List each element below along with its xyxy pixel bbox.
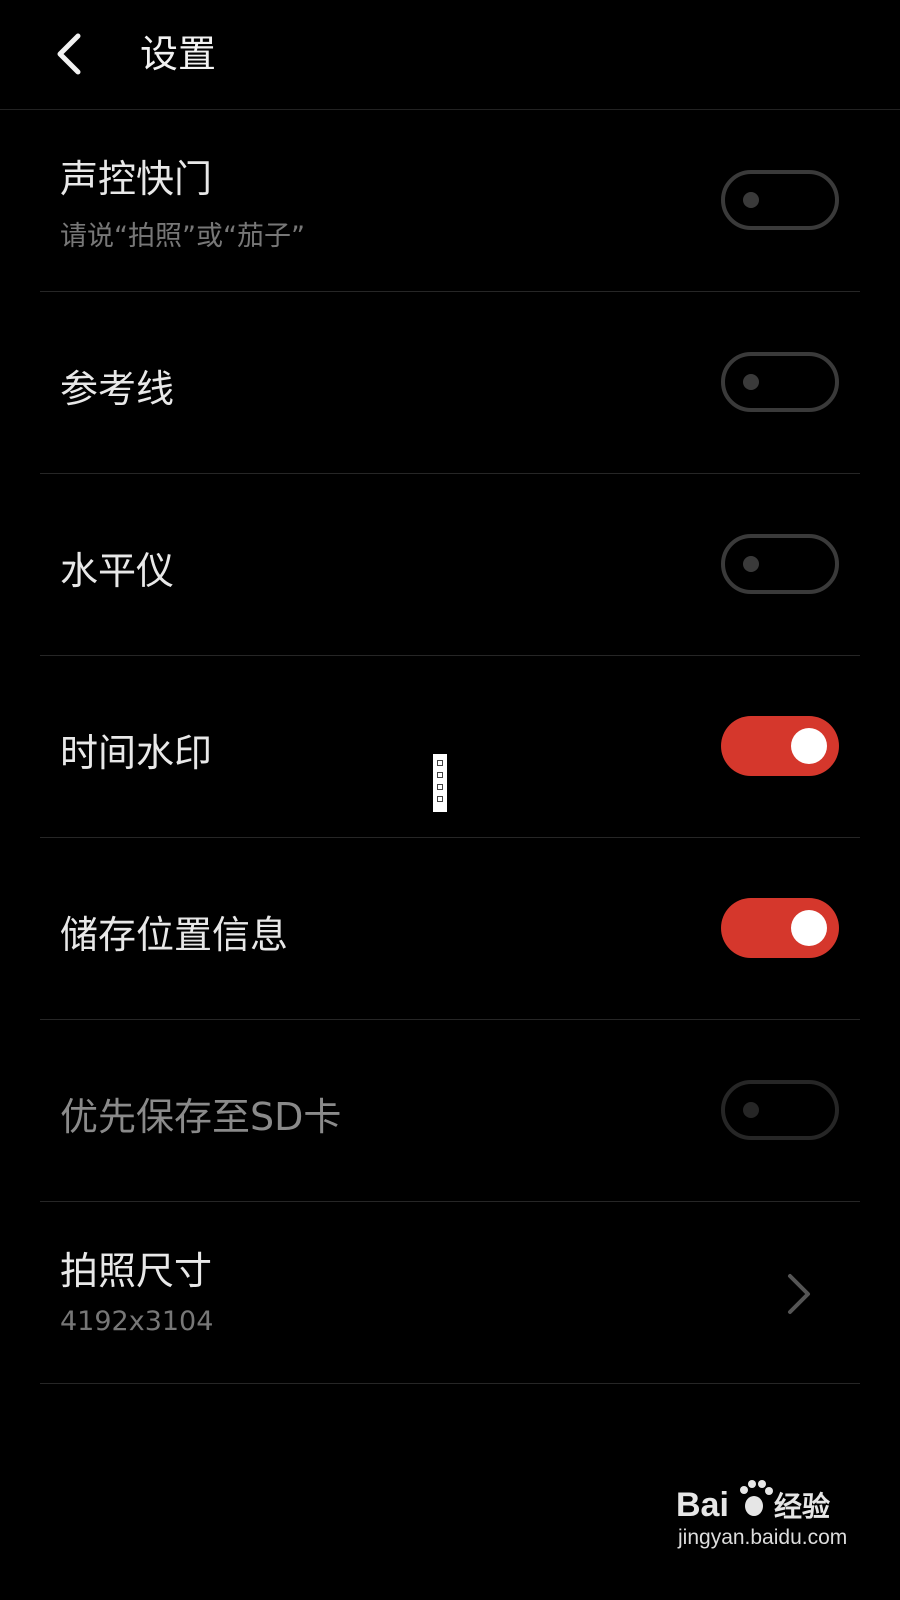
toggle-knob: [743, 374, 759, 390]
setting-title: 时间水印: [60, 731, 213, 775]
svg-text:经验: 经验: [774, 1490, 830, 1523]
back-button[interactable]: [44, 26, 100, 82]
setting-row-voice-shutter[interactable]: 声控快门 请说“拍照”或“茄子”: [40, 110, 860, 292]
chevron-right-icon[interactable]: [780, 1268, 816, 1320]
level-toggle[interactable]: [721, 534, 839, 594]
setting-title: 拍照尺寸: [60, 1249, 213, 1293]
setting-row-level[interactable]: 水平仪: [40, 474, 860, 656]
page-title: 设置: [140, 32, 217, 76]
setting-row-photo-size[interactable]: 拍照尺寸 4192x3104: [40, 1202, 860, 1384]
toggle-knob: [743, 1102, 759, 1118]
toggle-knob: [791, 728, 827, 764]
save-location-toggle[interactable]: [721, 898, 839, 958]
setting-title: 水平仪: [60, 549, 175, 593]
save-to-sd-toggle: [721, 1080, 839, 1140]
voice-shutter-toggle[interactable]: [721, 170, 839, 230]
baidu-jingyan-watermark: Bai 经验 jingyan.baidu.com: [676, 1476, 856, 1556]
setting-row-save-to-sd: 优先保存至SD卡: [40, 1020, 860, 1202]
setting-title: 储存位置信息: [60, 913, 289, 957]
toggle-knob: [791, 910, 827, 946]
time-watermark-toggle[interactable]: [721, 716, 839, 776]
setting-title: 声控快门: [60, 157, 213, 201]
baidu-logo: Bai 经验: [676, 1480, 830, 1524]
setting-row-time-watermark[interactable]: 时间水印: [40, 656, 860, 838]
setting-row-save-location[interactable]: 储存位置信息: [40, 838, 860, 1020]
top-bar: 设置: [0, 0, 900, 110]
setting-title: 优先保存至SD卡: [60, 1095, 342, 1139]
toggle-knob: [743, 192, 759, 208]
chevron-left-icon: [57, 33, 81, 75]
watermark-url: jingyan.baidu.com: [678, 1526, 848, 1549]
photo-size-value: 4192x3104: [60, 1306, 214, 1337]
setting-row-gridlines[interactable]: 参考线: [40, 292, 860, 474]
stamp-mark: [433, 754, 447, 812]
setting-title: 参考线: [60, 367, 175, 411]
setting-subtitle: 请说“拍照”或“茄子”: [60, 221, 305, 252]
svg-text:Bai: Bai: [676, 1486, 729, 1524]
toggle-knob: [743, 556, 759, 572]
gridlines-toggle[interactable]: [721, 352, 839, 412]
